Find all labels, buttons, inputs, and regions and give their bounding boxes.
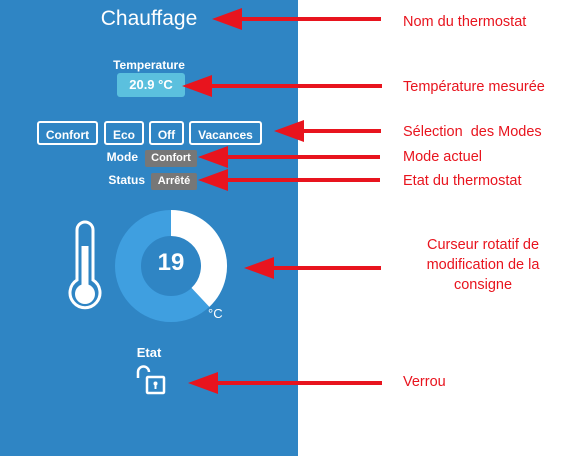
annotation-mode-selection: Sélection des Modes [403, 124, 542, 140]
annotation-lock: Verrou [403, 374, 446, 390]
annotation-thermostat-state: Etat du thermostat [403, 173, 522, 189]
annotation-arrows [182, 8, 382, 394]
annotation-current-mode: Mode actuel [403, 149, 482, 165]
annotation-thermostat-name: Nom du thermostat [403, 14, 527, 30]
annotation-setpoint-dial: Curseur rotatif de modification de la co… [426, 237, 540, 293]
annotation-measured-temperature: Température mesurée [403, 79, 545, 95]
